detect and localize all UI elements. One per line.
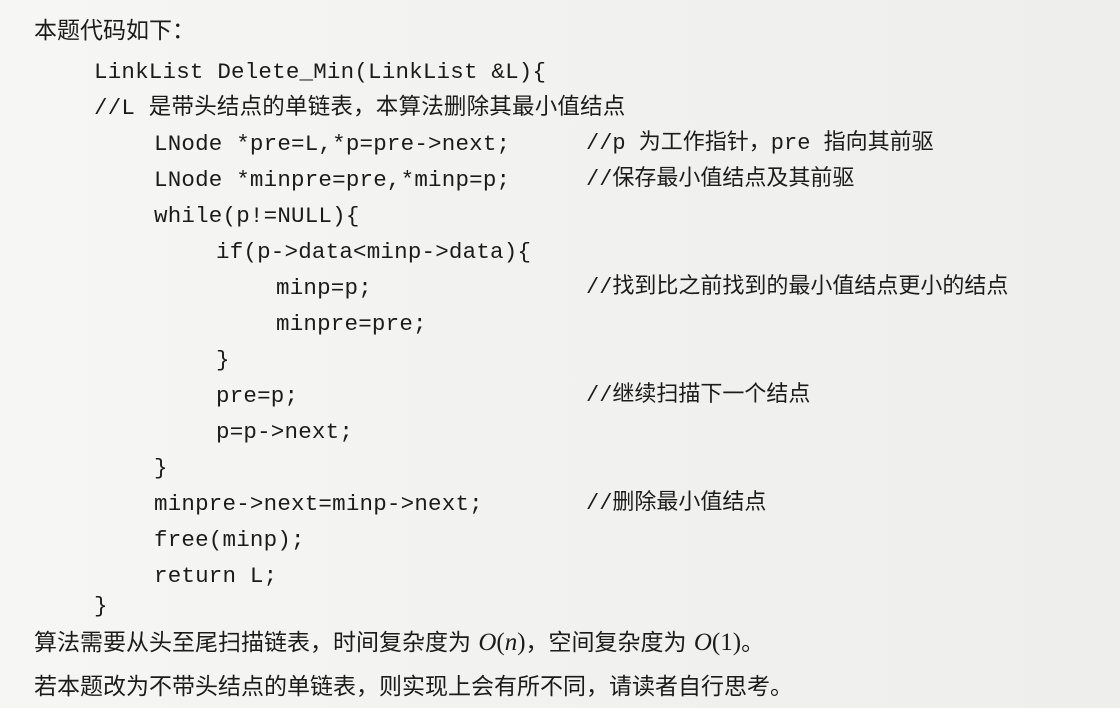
complexity-suffix: 。 [741,630,765,656]
code-text: } [154,455,168,481]
code-comment: //找到比之前找到的最小值结点更小的结点 [586,275,1009,300]
code-text: LNode *pre=L,*p=pre->next; [154,131,511,157]
code-line: minpre=pre; [0,306,1120,342]
code-line: LinkList Delete_Min(LinkList &L){ [0,54,1120,90]
code-line: } [0,342,1120,378]
big-o-time: O [478,629,497,656]
code-line: LNode *pre=L,*p=pre->next; //p 为工作指针，pre… [0,126,1120,162]
code-line: if(p->data<minp->data){ [0,234,1120,270]
big-o-space: O [693,629,712,656]
big-o-time-open: ( [496,629,505,656]
code-text: } [94,593,108,619]
code-comment: //保存最小值结点及其前驱 [586,167,855,192]
document-page: 本题代码如下： LinkList Delete_Min(LinkList &L)… [0,0,1120,708]
big-o-time-close: ) [517,629,526,656]
complexity-middle: ，空间复杂度为 [525,630,694,656]
code-line: free(minp); [0,522,1120,558]
code-line: minp=p; //找到比之前找到的最小值结点更小的结点 [0,270,1120,306]
code-line: minpre->next=minp->next; //删除最小值结点 [0,486,1120,522]
code-comment: //p 为工作指针，pre 指向其前驱 [586,131,934,156]
code-text: pre=p; [216,383,299,409]
code-text: p=p->next; [216,419,354,445]
code-line: } [0,450,1120,486]
code-line: while(p!=NULL){ [0,198,1120,234]
code-heading: 本题代码如下： [34,18,195,44]
code-text: while(p!=NULL){ [154,203,360,229]
code-line: } [0,588,1120,624]
code-text: minpre=pre; [276,311,427,337]
big-o-space-arg: (1) [711,629,742,656]
code-text: if(p->data<minp->data){ [216,239,532,265]
code-comment: //继续扫描下一个结点 [586,383,811,408]
code-comment-line: //L 是带头结点的单链表，本算法删除其最小值结点 [94,95,626,121]
code-line: LNode *minpre=pre,*minp=p; //保存最小值结点及其前驱 [0,162,1120,198]
big-o-time-arg: n [504,629,518,656]
code-line: pre=p; //继续扫描下一个结点 [0,378,1120,414]
code-text: LinkList Delete_Min(LinkList &L){ [94,59,547,85]
code-text: minpre->next=minp->next; [154,491,483,517]
code-text: } [216,347,230,373]
code-line: p=p->next; [0,414,1120,450]
complexity-prefix: 算法需要从头至尾扫描链表，时间复杂度为 [34,630,479,656]
code-comment: //删除最小值结点 [586,491,767,516]
complexity-paragraph: 算法需要从头至尾扫描链表，时间复杂度为 O(n)，空间复杂度为 O(1)。 [34,626,764,660]
note-paragraph: 若本题改为不带头结点的单链表，则实现上会有所不同，请读者自行思考。 [34,674,793,700]
code-text: LNode *minpre=pre,*minp=p; [154,167,511,193]
code-text: minp=p; [276,275,372,301]
code-line: //L 是带头结点的单链表，本算法删除其最小值结点 [0,90,1120,126]
code-text: free(minp); [154,527,305,553]
